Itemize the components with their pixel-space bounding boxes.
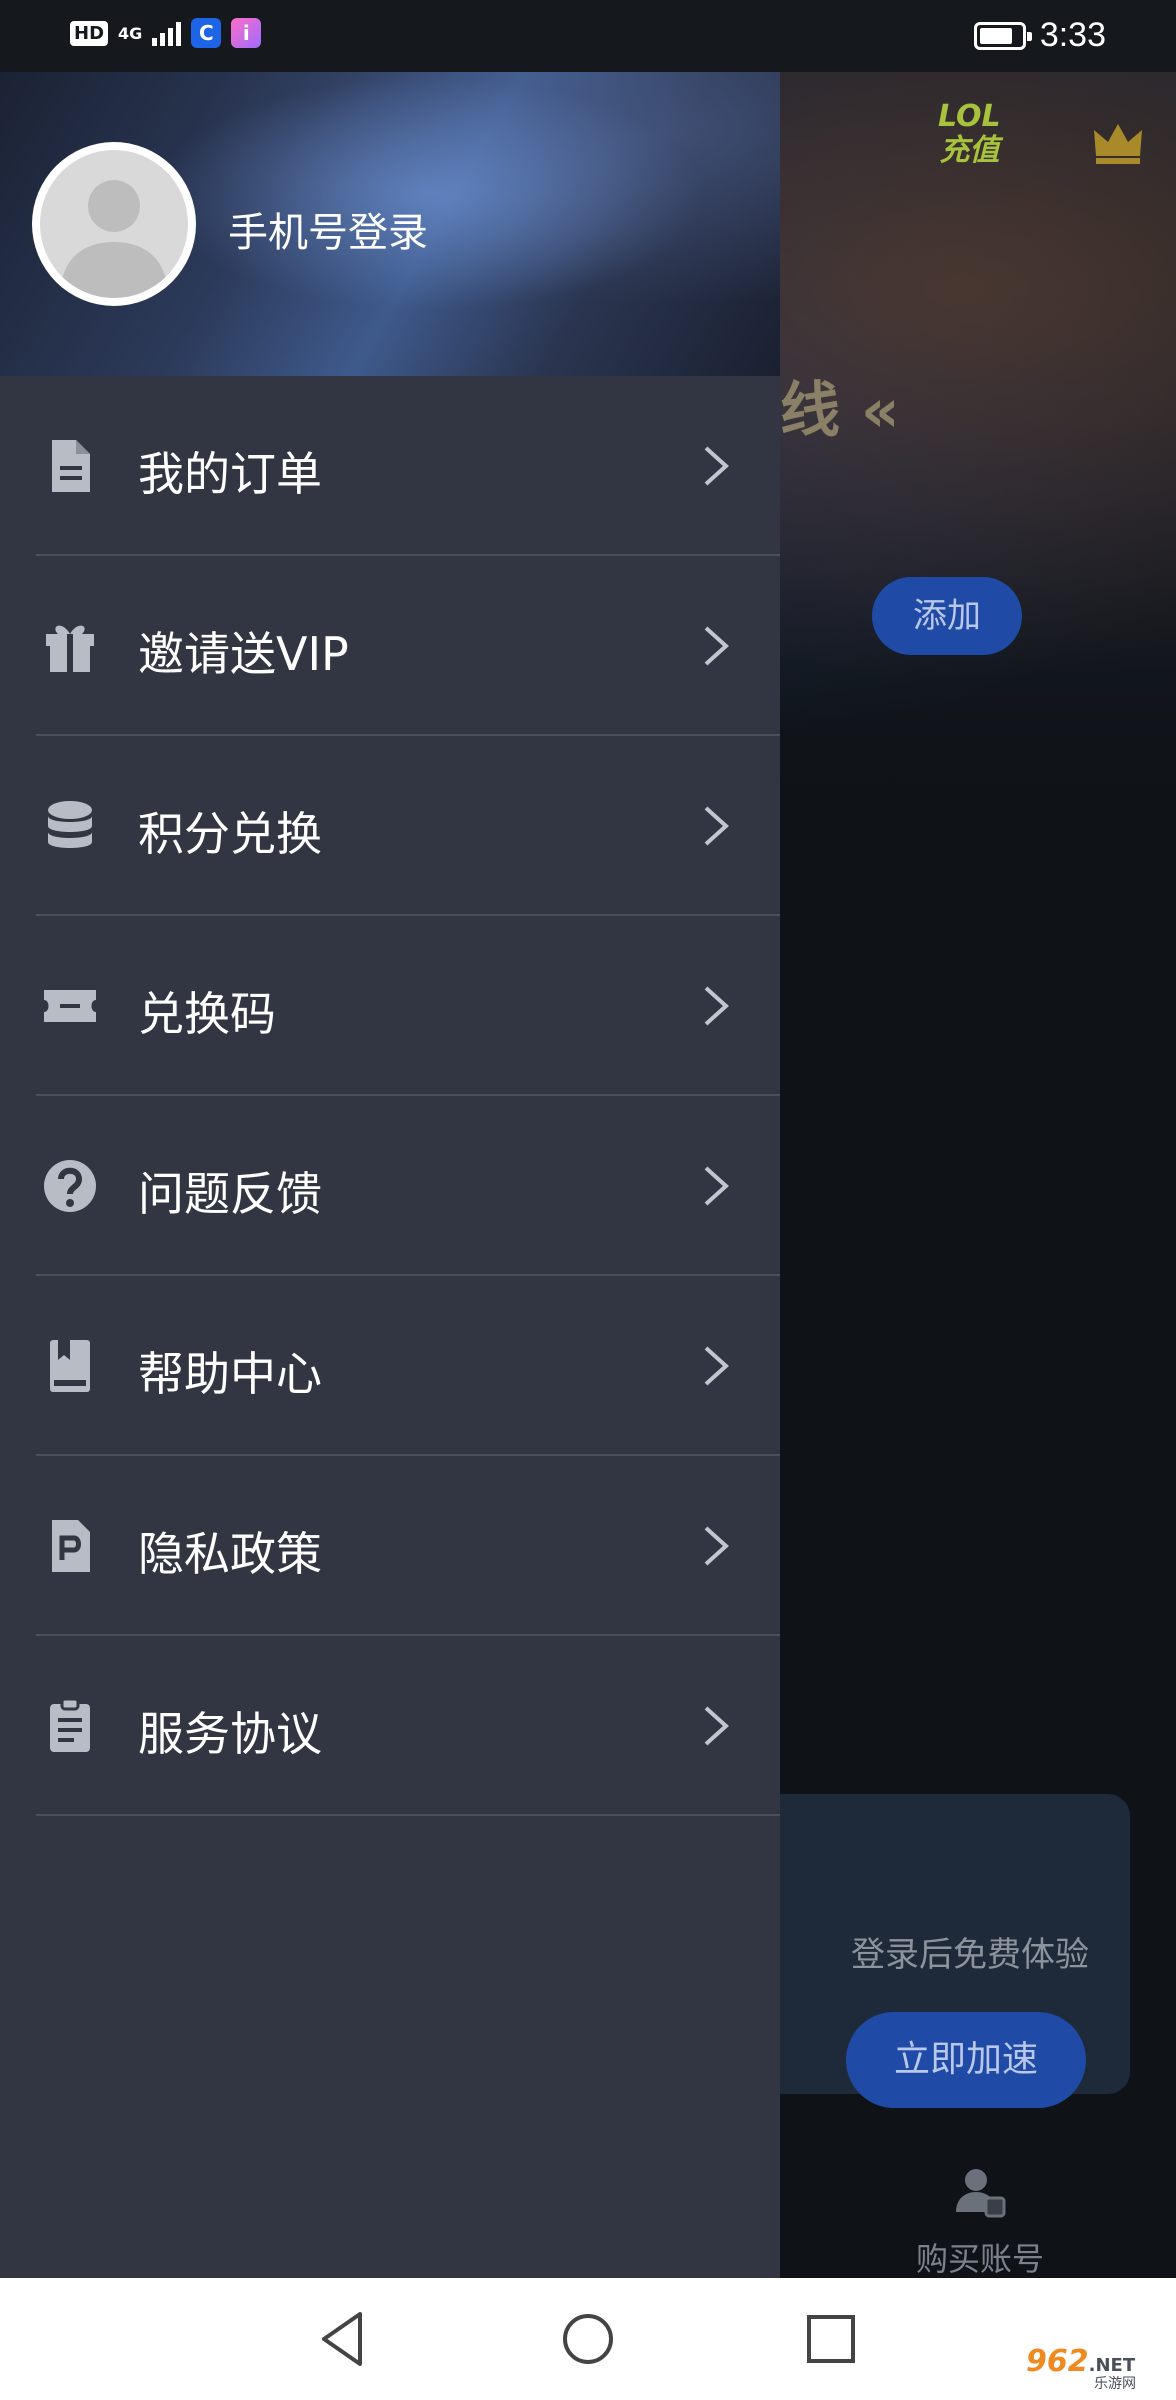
menu-item-service-agreement[interactable]: 服务协议 xyxy=(0,1636,780,1816)
notification-app-icon-2: i xyxy=(231,18,262,48)
menu-item-label: 我的订单 xyxy=(138,447,322,501)
menu-item-label: 服务协议 xyxy=(138,1707,322,1761)
menu-item-my-orders[interactable]: 我的订单 xyxy=(0,376,780,556)
chevron-right-icon xyxy=(704,1166,729,1206)
chevron-right-icon xyxy=(704,806,729,846)
menu-item-label: 帮助中心 xyxy=(138,1347,322,1401)
chevron-right-icon xyxy=(704,986,729,1026)
menu-item-feedback[interactable]: 问题反馈 xyxy=(0,1096,780,1276)
hd-badge: HD xyxy=(70,20,109,46)
menu-item-label: 隐私政策 xyxy=(138,1527,322,1581)
ticket-icon xyxy=(44,990,96,1022)
coins-icon xyxy=(48,801,92,848)
avatar-placeholder xyxy=(40,150,188,298)
menu-item-help-center[interactable]: 帮助中心 xyxy=(0,1276,780,1456)
question-icon xyxy=(44,1160,96,1212)
menu-item-label: 兑换码 xyxy=(138,987,276,1041)
promo-text: 登录后免费体验 xyxy=(851,1935,1089,1975)
menu-item-label: 邀请送VIP xyxy=(138,627,349,681)
gift-icon xyxy=(46,625,94,672)
drawer-menu: 我的订单 邀请送VIP 积分兑换 兑换码 问题反馈 帮助中心 隐私政策 服务协议 xyxy=(0,376,780,1816)
watermark-sub: 乐游网 xyxy=(1094,2376,1136,2392)
accelerate-button[interactable]: 立即加速 xyxy=(846,2012,1086,2108)
home-nav-icon[interactable] xyxy=(555,2306,621,2372)
battery-icon xyxy=(973,21,1032,50)
system-nav-bar: 962.NET 乐游网 xyxy=(0,2278,1176,2400)
menu-item-invite-vip[interactable]: 邀请送VIP xyxy=(0,556,780,736)
buy-account-icon xyxy=(956,2169,1006,2218)
menu-item-points-exchange[interactable]: 积分兑换 xyxy=(0,736,780,916)
battery-fill xyxy=(979,27,1012,44)
clock: 3:33 xyxy=(1039,16,1106,54)
drawer-header: 手机号登录 xyxy=(0,72,780,376)
recents-nav-icon[interactable] xyxy=(798,2306,864,2372)
tab-buy-account[interactable]: 购买账号 xyxy=(880,2162,1080,2280)
status-bar: HD 4G C i 3:33 xyxy=(0,0,1176,72)
tab-buy-account-label: 购买账号 xyxy=(915,2240,1044,2278)
logo-line-2: 充值 xyxy=(939,133,1000,168)
document-icon xyxy=(52,440,90,492)
menu-item-redeem-code[interactable]: 兑换码 xyxy=(0,916,780,1096)
network-type: 4G xyxy=(118,23,143,43)
avatar[interactable] xyxy=(32,142,196,306)
lol-recharge-logo[interactable]: LOL 充值 xyxy=(938,100,1001,168)
menu-item-label: 问题反馈 xyxy=(138,1167,322,1221)
signal-icon xyxy=(152,20,182,46)
site-watermark: 962.NET 乐游网 xyxy=(1026,2344,1166,2394)
chevron-right-icon xyxy=(704,1526,729,1566)
clipboard-icon xyxy=(50,1697,90,1752)
privacy-doc-icon xyxy=(52,1520,90,1572)
chevron-right-icon xyxy=(704,626,729,666)
watermark-main: 962 xyxy=(1026,2344,1089,2379)
chevron-right-icon xyxy=(704,1706,729,1746)
crown-icon[interactable] xyxy=(1090,114,1146,170)
book-icon xyxy=(50,1340,90,1392)
chevron-right-icon xyxy=(704,446,729,486)
menu-item-privacy-policy[interactable]: 隐私政策 xyxy=(0,1456,780,1636)
notification-app-icon: C xyxy=(191,18,222,48)
hero-title: 线 « xyxy=(780,376,900,446)
chevron-right-icon xyxy=(704,1346,729,1386)
add-game-button[interactable]: 添加 xyxy=(872,577,1022,655)
phone-login-link[interactable]: 手机号登录 xyxy=(228,200,428,258)
navigation-drawer: 手机号登录 我的订单 邀请送VIP 积分兑换 兑换码 问题反馈 帮助中心 隐私政… xyxy=(0,72,780,2278)
logo-line-1: LOL xyxy=(938,99,1001,134)
status-left: HD 4G C i xyxy=(70,18,262,48)
back-nav-icon[interactable] xyxy=(310,2306,376,2372)
status-right: 3:33 xyxy=(973,16,1106,55)
divider xyxy=(36,1814,780,1816)
screen: HD 4G C i 3:33 LOL 充值 线 « 添加 登录后免费体验 立即加… xyxy=(0,0,1176,2400)
person-icon xyxy=(60,180,168,298)
menu-item-label: 积分兑换 xyxy=(138,807,322,861)
